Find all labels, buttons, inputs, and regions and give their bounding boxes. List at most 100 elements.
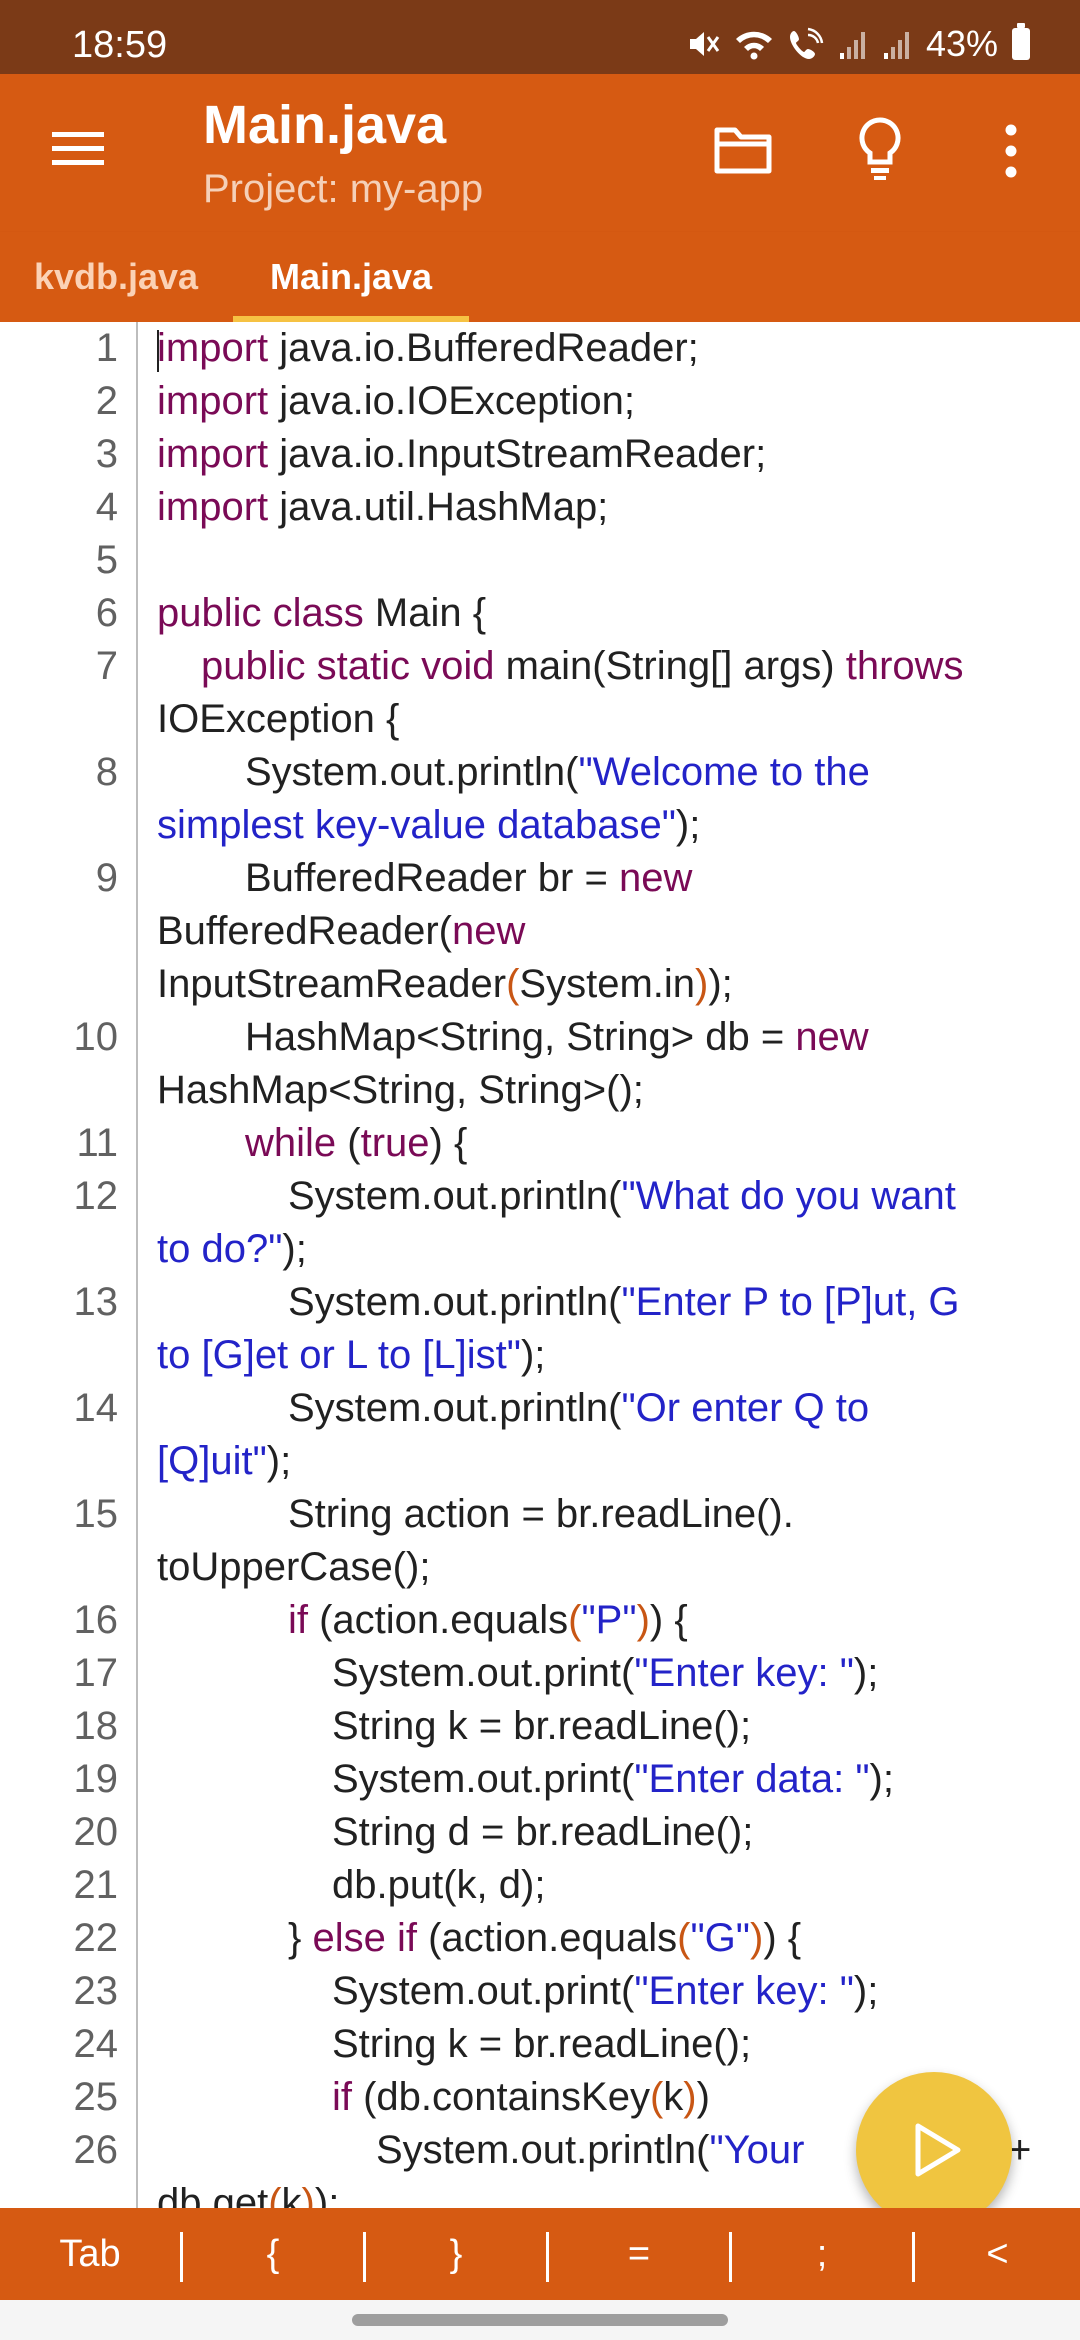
mute-icon bbox=[686, 27, 720, 61]
code-line: 17 System.out.print("Enter key: "); bbox=[0, 1647, 1080, 1700]
code-fragment: ) { bbox=[763, 1916, 802, 1960]
code-text: System.out.print("Enter key: "); bbox=[157, 1965, 1080, 2018]
line-number: 12 bbox=[73, 1174, 119, 1218]
code-line-wrap: to do?"); bbox=[0, 1223, 1080, 1276]
code-fragment: ); bbox=[282, 1227, 307, 1271]
code-text: HashMap<String, String> db = new bbox=[157, 1011, 1080, 1064]
code-text: System.out.println("What do you want bbox=[157, 1170, 1080, 1223]
line-number: 7 bbox=[95, 644, 118, 688]
code-editor[interactable]: 1 import java.io.BufferedReader; 2 impor… bbox=[0, 322, 1080, 2208]
line-number: 1 bbox=[95, 326, 118, 370]
code-text: import java.io.IOException; bbox=[157, 375, 1080, 428]
code-line: 21 db.put(k, d); bbox=[0, 1859, 1080, 1912]
code-fragment: db.put(k, d); bbox=[332, 1863, 546, 1907]
system-nav-bar bbox=[0, 2300, 1080, 2340]
code-fragment: ) { bbox=[649, 1598, 688, 1642]
code-text: BufferedReader(new bbox=[157, 905, 1080, 958]
string-literal: "Enter P to [P]ut, G bbox=[621, 1280, 960, 1324]
line-number: 19 bbox=[73, 1757, 119, 1801]
line-number: 22 bbox=[73, 1916, 119, 1960]
line-number: 14 bbox=[73, 1386, 119, 1430]
play-icon bbox=[915, 2123, 961, 2177]
string-literal: "Enter data: " bbox=[634, 1757, 870, 1801]
code-fragment: ); bbox=[314, 2181, 340, 2208]
code-text: to [G]et or L to [L]ist"); bbox=[157, 1329, 1080, 1382]
keyword: new bbox=[618, 856, 693, 900]
key-open-brace[interactable]: { bbox=[183, 2208, 363, 2300]
code-line: 12 System.out.println("What do you want bbox=[0, 1170, 1080, 1223]
line-number: 5 bbox=[95, 538, 118, 582]
code-line: 20 String d = br.readLine(); bbox=[0, 1806, 1080, 1859]
code-line: 8 System.out.println("Welcome to the bbox=[0, 746, 1080, 799]
code-fragment: java.io.BufferedReader; bbox=[268, 326, 699, 370]
code-line-wrap: InputStreamReader(System.in)); bbox=[0, 958, 1080, 1011]
code-line: 9 BufferedReader br = new bbox=[0, 852, 1080, 905]
code-text: } else if (action.equals("G")) { bbox=[157, 1912, 1080, 1965]
code-fragment: System.out.println( bbox=[288, 1174, 622, 1218]
key-equals[interactable]: = bbox=[549, 2208, 729, 2300]
code-fragment: HashMap<String, String> db = bbox=[245, 1015, 796, 1059]
line-number: 6 bbox=[95, 591, 118, 635]
keyword: import bbox=[157, 326, 269, 370]
code-fragment: ) { bbox=[429, 1121, 468, 1165]
folder-icon[interactable] bbox=[712, 120, 774, 180]
code-line-wrap: [Q]uit"); bbox=[0, 1435, 1080, 1488]
line-number: 26 bbox=[73, 2128, 119, 2172]
keyword: public static void bbox=[201, 644, 495, 688]
key-less-than[interactable]: < bbox=[915, 2208, 1080, 2300]
wifi-calling-icon bbox=[788, 27, 824, 61]
tab-main-java[interactable]: Main.java bbox=[233, 232, 469, 322]
battery-icon bbox=[1012, 23, 1030, 60]
code-fragment: ); bbox=[675, 803, 701, 847]
code-line: 4 import java.util.HashMap; bbox=[0, 481, 1080, 534]
code-text: import java.util.HashMap; bbox=[157, 481, 1080, 534]
line-number: 8 bbox=[95, 750, 118, 794]
key-tab[interactable]: Tab bbox=[0, 2208, 180, 2300]
code-text: System.out.print("Enter data: "); bbox=[157, 1753, 1080, 1806]
string-literal: simplest key-value database" bbox=[157, 803, 676, 847]
code-fragment: java.util.HashMap; bbox=[268, 485, 609, 529]
code-text: System.out.println("Welcome to the bbox=[157, 746, 1080, 799]
key-close-brace[interactable]: } bbox=[366, 2208, 546, 2300]
code-text: if (action.equals("P")) { bbox=[157, 1594, 1080, 1647]
code-text: simplest key-value database"); bbox=[157, 799, 1080, 852]
lightbulb-icon[interactable] bbox=[858, 116, 902, 182]
line-number: 11 bbox=[76, 1121, 118, 1165]
string-literal: to do?" bbox=[157, 1227, 283, 1271]
code-fragment: ( bbox=[336, 1121, 361, 1165]
code-text: public static void main(String[] args) t… bbox=[157, 640, 1080, 693]
key-semicolon[interactable]: ; bbox=[732, 2208, 912, 2300]
keyword: if bbox=[332, 2075, 352, 2119]
menu-icon[interactable] bbox=[48, 124, 108, 174]
screen: 18:59 43% Main.java Project: my-app kvdb… bbox=[0, 0, 1080, 2340]
home-gesture-pill[interactable] bbox=[352, 2314, 728, 2326]
bracket: ) bbox=[636, 1598, 650, 1642]
code-fragment: System.out.println( bbox=[245, 750, 579, 794]
code-fragment: System.out.print( bbox=[332, 1757, 635, 1801]
string-literal: "G" bbox=[690, 1916, 750, 1960]
tab-kvdb-java[interactable]: kvdb.java bbox=[0, 232, 232, 322]
line-number: 4 bbox=[95, 485, 118, 529]
more-vert-icon[interactable] bbox=[996, 118, 1026, 184]
file-title: Main.java bbox=[203, 95, 447, 155]
bracket: ( bbox=[649, 2075, 664, 2119]
bracket: ( bbox=[506, 962, 520, 1006]
code-line: 16 if (action.equals("P")) { bbox=[0, 1594, 1080, 1647]
line-number: 23 bbox=[73, 1969, 119, 2013]
keyword: public class bbox=[157, 591, 364, 635]
code-fragment: (action.equals bbox=[416, 1916, 678, 1960]
keyword: if bbox=[288, 1598, 308, 1642]
code-text: String action = br.readLine(). bbox=[157, 1488, 1080, 1541]
code-fragment: InputStreamReader bbox=[157, 962, 507, 1006]
run-button[interactable] bbox=[856, 2072, 1012, 2228]
line-number: 20 bbox=[73, 1810, 119, 1854]
code-line-wrap: toUpperCase(); bbox=[0, 1541, 1080, 1594]
line-number: 18 bbox=[73, 1704, 119, 1748]
code-text: System.out.println("Or enter Q to bbox=[157, 1382, 1080, 1435]
code-fragment: System.out.println( bbox=[288, 1386, 622, 1430]
string-literal: to [G]et or L to [L]ist" bbox=[157, 1333, 521, 1377]
code-line: 11 while (true) { bbox=[0, 1117, 1080, 1170]
code-fragment: java.io.InputStreamReader; bbox=[268, 432, 767, 476]
code-text: System.out.print("Enter key: "); bbox=[157, 1647, 1080, 1700]
bracket: ) bbox=[683, 2075, 697, 2119]
